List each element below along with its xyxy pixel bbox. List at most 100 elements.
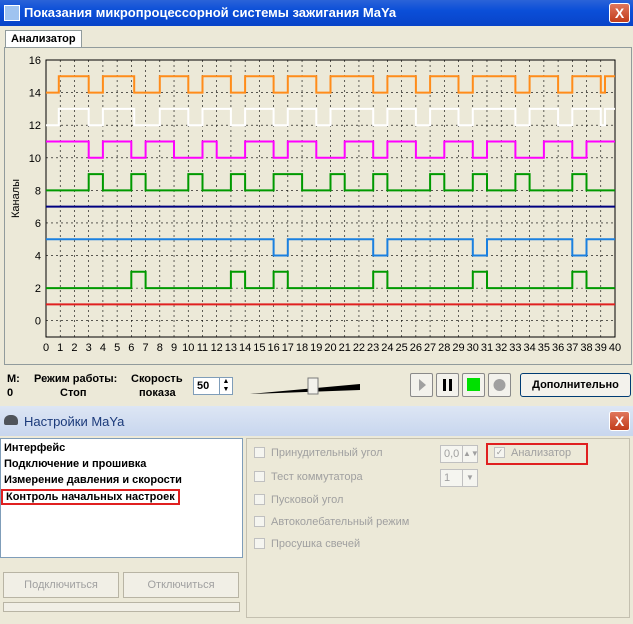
record-button[interactable] (488, 373, 511, 397)
close-button[interactable]: X (609, 3, 630, 23)
pause-icon (443, 379, 452, 391)
x-tick-label: 2 (71, 342, 77, 354)
chevron-down-icon[interactable]: ▼ (462, 470, 477, 486)
analyzer-label: Анализатор (511, 447, 572, 459)
x-tick-label: 36 (552, 342, 564, 354)
menu-item-connection[interactable]: Подключение и прошивка (4, 458, 146, 470)
x-tick-label: 0 (43, 342, 49, 354)
forced-angle-checkbox[interactable] (254, 446, 265, 458)
x-tick-label: 13 (225, 342, 237, 354)
analyzer-checkbox[interactable]: ✓ (494, 446, 505, 458)
plug-dry-label: Просушка свечей (271, 538, 361, 550)
y-tick-label: 4 (35, 251, 41, 263)
slider-track (250, 384, 360, 394)
speed-value: 50 (197, 380, 210, 392)
x-tick-label: 4 (100, 342, 106, 354)
speed-spinner[interactable]: 50 ▲ ▼ (193, 377, 233, 395)
speed-slider[interactable] (250, 376, 360, 396)
y-tick-label: 12 (29, 120, 41, 132)
switch-test-label: Тест коммутатора (271, 471, 363, 483)
settings-title: Настройки MaYa (24, 414, 125, 429)
y-tick-label: 6 (35, 218, 41, 230)
x-tick-label: 9 (171, 342, 177, 354)
auto-osc-option[interactable]: Автоколебательный режим (254, 515, 410, 528)
x-tick-label: 29 (452, 342, 464, 354)
x-tick-label: 37 (566, 342, 578, 354)
x-tick-label: 27 (424, 342, 436, 354)
series-line-3 (46, 173, 615, 192)
settings-app-icon (4, 415, 18, 425)
settings-panel (246, 438, 630, 618)
record-circle-icon (493, 379, 506, 391)
x-tick-label: 39 (595, 342, 607, 354)
window-title: Показания микропроцессорной системы зажи… (24, 5, 397, 20)
x-tick-label: 40 (609, 342, 621, 354)
play-icon (419, 379, 426, 391)
mode-label: Режим работы: (34, 373, 118, 385)
x-tick-label: 8 (157, 342, 163, 354)
speed-label: Скорость (131, 373, 183, 385)
x-tick-label: 14 (239, 342, 251, 354)
x-tick-label: 33 (509, 342, 521, 354)
x-tick-label: 30 (467, 342, 479, 354)
x-tick-label: 11 (197, 342, 208, 354)
analyzer-window: Показания микропроцессорной системы зажи… (0, 0, 633, 402)
forced-angle-value: 0,0 (444, 448, 460, 460)
x-tick-label: 22 (353, 342, 365, 354)
auto-osc-label: Автоколебательный режим (271, 516, 410, 528)
forced-angle-combo[interactable]: 0,0 ▲▼ (440, 445, 479, 463)
speed-label-2: показа (139, 387, 176, 399)
start-angle-label: Пусковой угол (271, 494, 344, 506)
analyzer-option[interactable]: ✓ Анализатор (494, 446, 572, 459)
x-tick-label: 12 (211, 342, 223, 354)
x-tick-label: 3 (86, 342, 92, 354)
x-tick-label: 23 (367, 342, 379, 354)
slider-thumb[interactable] (307, 377, 319, 395)
settings-title-bar: Настройки MaYa X (0, 406, 633, 436)
x-tick-label: 28 (438, 342, 450, 354)
start-angle-checkbox[interactable] (254, 493, 265, 505)
y-tick-label: 16 (29, 55, 41, 67)
x-tick-label: 7 (143, 342, 149, 354)
connect-button[interactable]: Подключиться (3, 572, 119, 598)
play-button[interactable] (410, 373, 433, 397)
x-tick-label: 20 (324, 342, 336, 354)
x-tick-label: 1 (57, 342, 63, 354)
start-angle-option[interactable]: Пусковой угол (254, 493, 344, 506)
mode-value: Стоп (60, 387, 87, 399)
x-tick-label: 19 (310, 342, 322, 354)
y-tick-label: 8 (35, 185, 41, 197)
pause-button[interactable] (436, 373, 459, 397)
menu-item-interface[interactable]: Интерфейс (4, 442, 65, 454)
spinner-icon[interactable]: ▲▼ (462, 446, 479, 462)
switch-test-option[interactable]: Тест коммутатора (254, 470, 363, 483)
more-button[interactable]: Дополнительно (520, 373, 631, 397)
progress-bar (3, 602, 240, 612)
auto-osc-checkbox[interactable] (254, 515, 265, 527)
x-tick-label: 16 (267, 342, 279, 354)
x-tick-label: 34 (524, 342, 536, 354)
menu-item-initial-check[interactable]: Контроль начальных настроек (1, 489, 180, 505)
y-tick-label: 14 (29, 88, 41, 100)
y-tick-label: 10 (29, 153, 41, 165)
x-tick-label: 18 (296, 342, 308, 354)
m-label: M: (7, 373, 20, 385)
settings-close-button[interactable]: X (609, 411, 630, 431)
y-axis-label: Каналы (10, 179, 22, 218)
tab-analyzer[interactable]: Анализатор (5, 30, 82, 47)
stop-button[interactable] (462, 373, 485, 397)
x-tick-label: 15 (253, 342, 265, 354)
x-tick-label: 21 (339, 342, 351, 354)
plug-dry-option[interactable]: Просушка свечей (254, 537, 361, 550)
plug-dry-checkbox[interactable] (254, 537, 265, 549)
forced-angle-option[interactable]: Принудительный угол (254, 446, 383, 459)
switch-test-checkbox[interactable] (254, 470, 265, 482)
switch-test-combo[interactable]: 1 ▼ (440, 469, 478, 487)
disconnect-button[interactable]: Отключиться (123, 572, 239, 598)
switch-test-value: 1 (444, 472, 451, 484)
spinner-arrows-icon[interactable]: ▲ ▼ (219, 378, 232, 394)
y-tick-label: 2 (35, 283, 41, 295)
stop-square-icon (467, 378, 480, 391)
menu-item-measurement[interactable]: Измерение давления и скорости (4, 474, 182, 486)
x-tick-label: 31 (481, 342, 493, 354)
